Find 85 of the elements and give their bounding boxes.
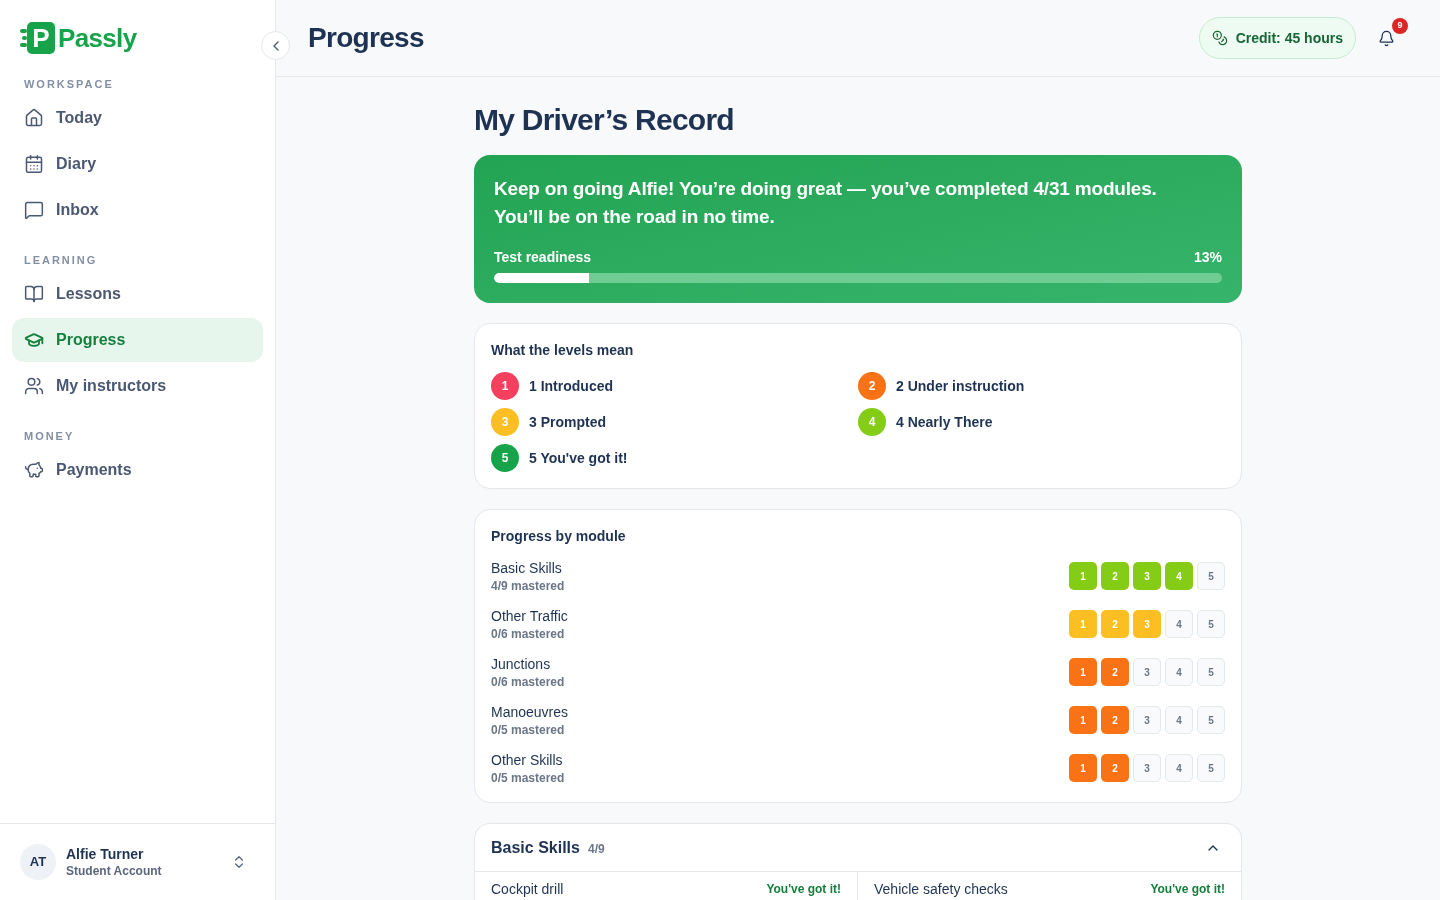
level-box: 5 (1197, 754, 1225, 782)
level-box: 2 (1101, 706, 1129, 734)
readiness-percent: 13% (1193, 248, 1222, 267)
level-box: 3 (1133, 658, 1161, 686)
nav-item[interactable]: Progress (12, 318, 263, 362)
level-label: 1 Introduced (529, 376, 613, 396)
book-icon (24, 284, 44, 304)
record-title: My Driver’s Record (474, 102, 735, 138)
bell-icon (1377, 29, 1395, 47)
graduation-cap-icon (24, 330, 44, 350)
home-icon (24, 108, 44, 128)
nav-item[interactable]: Today (12, 96, 263, 140)
nav-item[interactable]: Lessons (12, 272, 263, 316)
level-number: 3 (491, 408, 519, 436)
calendar-icon (24, 154, 44, 174)
user-role: Student Account (66, 863, 163, 879)
credit-pill[interactable]: Credit: 45 hours (1198, 17, 1356, 59)
level-box: 1 (1069, 562, 1097, 590)
nav-item[interactable]: Inbox (12, 188, 263, 232)
module-mastered: 0/6 mastered (491, 674, 565, 690)
level-box: 3 (1133, 706, 1161, 734)
section-label: LEARNING (23, 253, 99, 268)
user-name: Alfie Turner (66, 845, 145, 863)
card-title: What the levels mean (491, 341, 635, 360)
card-title: Progress by module (491, 527, 627, 546)
level-number: 4 (858, 408, 886, 436)
level-number: 5 (491, 444, 519, 472)
level-box: 5 (1197, 706, 1225, 734)
level-box: 5 (1197, 610, 1225, 638)
level-label: 5 You've got it! (529, 448, 628, 468)
level-box: 2 (1101, 610, 1129, 638)
people-icon (24, 376, 44, 396)
level-box: 1 (1069, 610, 1097, 638)
level-label: 4 Nearly There (896, 412, 993, 432)
level-box: 2 (1101, 658, 1129, 686)
logo-mark: P (20, 22, 55, 54)
level-number: 1 (491, 372, 519, 400)
level-box: 5 (1197, 562, 1225, 590)
module-mastered: 0/5 mastered (491, 770, 565, 786)
level-box: 4 (1165, 754, 1193, 782)
section-label: WORKSPACE (23, 77, 115, 92)
level-box: 2 (1101, 754, 1129, 782)
readiness-label: Test readiness (494, 248, 591, 267)
notification-count: 9 (1392, 18, 1408, 34)
module-detail-title: Basic Skills (491, 837, 580, 858)
module-name: Other Traffic (491, 607, 568, 626)
module-mastered: 0/6 mastered (491, 626, 566, 642)
level-box: 4 (1165, 562, 1193, 590)
section-label: MONEY (23, 429, 76, 444)
level-box: 3 (1133, 562, 1161, 590)
module-name: Other Skills (491, 751, 564, 770)
avatar: AT (20, 844, 56, 880)
module-mastered: 4/9 mastered (491, 578, 565, 594)
banner-message: Keep on going Alfie! You’re doing great — you’ve completed 4/31 modules. (494, 177, 1158, 201)
nav-item[interactable]: Payments (12, 448, 263, 492)
level-box: 4 (1165, 706, 1193, 734)
logo-wordmark: Passly (58, 25, 137, 51)
level-box: 1 (1069, 706, 1097, 734)
module-detail-count: 4/9 (587, 840, 605, 858)
level-box: 5 (1197, 658, 1225, 686)
nav-item[interactable]: Diary (12, 142, 263, 186)
piggy-bank-icon (24, 460, 44, 480)
level-box: 3 (1133, 610, 1161, 638)
level-box: 3 (1133, 754, 1161, 782)
module-mastered: 0/5 mastered (491, 722, 566, 738)
skill-name: Cockpit drill (491, 881, 564, 898)
banner-message: You’ll be on the road in no time. (494, 205, 776, 229)
nav-item[interactable]: My instructors (12, 364, 263, 408)
page-heading: Progress (308, 21, 424, 55)
level-box: 4 (1165, 658, 1193, 686)
skill-status: You've got it! (1150, 881, 1225, 898)
chat-bubble-icon (24, 200, 44, 220)
level-label: 2 Under instruction (896, 376, 1025, 396)
skill-status: You've got it! (766, 881, 841, 898)
level-number: 2 (858, 372, 886, 400)
module-name: Junctions (491, 655, 552, 674)
level-box: 1 (1069, 658, 1097, 686)
level-box: 1 (1069, 754, 1097, 782)
skill-name: Vehicle safety checks (874, 881, 1008, 898)
module-name: Basic Skills (491, 559, 563, 578)
level-label: 3 Prompted (529, 412, 606, 432)
module-name: Manoeuvres (491, 703, 569, 722)
level-box: 2 (1101, 562, 1129, 590)
coins-icon (1211, 30, 1228, 46)
level-box: 4 (1165, 610, 1193, 638)
